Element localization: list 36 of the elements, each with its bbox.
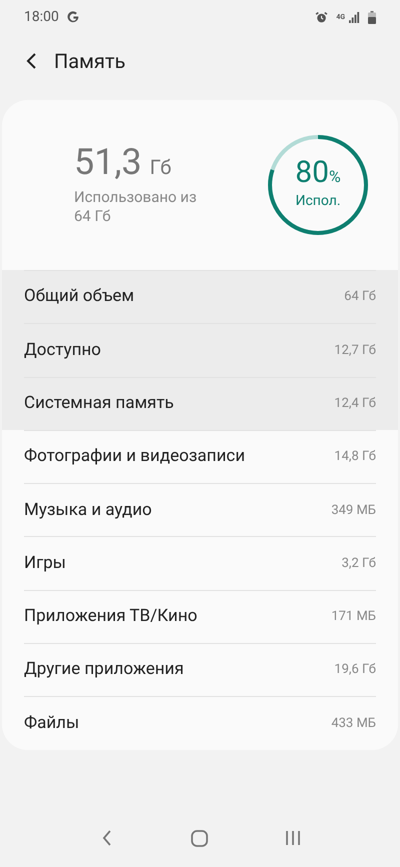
row-value: 171 МБ — [331, 608, 376, 626]
back-icon — [102, 830, 112, 846]
alarm-icon — [315, 10, 328, 24]
row-label: Фотографии и видеозаписи — [24, 445, 246, 468]
row-label: Системная память — [24, 392, 174, 415]
row-label: Музыка и аудио — [24, 498, 152, 522]
used-unit: Гб — [150, 154, 172, 181]
row-value: 19,6 Гб — [334, 661, 376, 680]
percent-label: Испол. — [295, 192, 341, 211]
row-value: 433 МБ — [331, 714, 376, 733]
row-label: Приложения ТВ/Кино — [24, 605, 198, 628]
used-amount: 51,3 — [74, 144, 142, 180]
battery-icon — [368, 10, 376, 24]
page-title: Память — [54, 48, 126, 75]
row-value: 14,8 Гб — [334, 448, 376, 466]
row-value: 349 МБ — [331, 502, 376, 520]
storage-row[interactable]: Системная память 12,4 Гб — [2, 376, 398, 430]
google-icon — [66, 10, 80, 24]
row-value: 12,7 Гб — [334, 342, 376, 360]
percent-sign: % — [329, 166, 341, 188]
row-label: Игры — [24, 552, 66, 575]
storage-row[interactable]: Доступно 12,7 Гб — [2, 323, 398, 377]
row-label: Доступно — [24, 338, 101, 362]
row-value: 3,2 Гб — [342, 554, 376, 573]
used-caption: Использовано из 64 Гб — [74, 188, 198, 226]
percent-value: 80 — [295, 158, 329, 188]
row-label: Файлы — [24, 712, 80, 735]
signal-icon — [349, 12, 360, 22]
row-value: 64 Гб — [344, 288, 376, 306]
row-label: Общий объем — [24, 285, 134, 308]
storage-row[interactable]: Общий объем 64 Гб — [2, 270, 398, 324]
home-icon — [191, 830, 208, 846]
row-label: Другие приложения — [24, 658, 184, 682]
row-value: 12,4 Гб — [334, 394, 376, 413]
clock: 18:00 — [24, 8, 59, 26]
recents-icon — [285, 830, 302, 846]
